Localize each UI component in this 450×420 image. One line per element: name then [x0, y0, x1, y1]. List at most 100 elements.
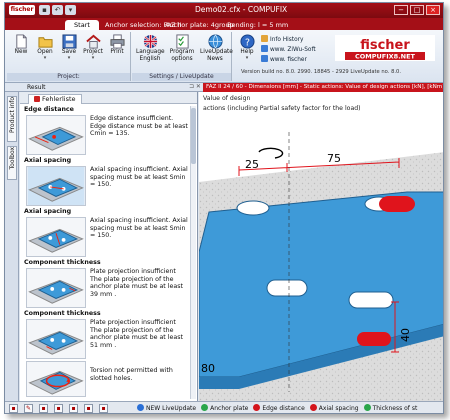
compufix-window: fischer ▪ ↶ ▾ Demo02.cfx - COMPUFIX − □ … — [4, 2, 444, 414]
edge-distance-thumbnail — [26, 115, 86, 155]
save-button[interactable]: Save ▾ — [57, 34, 81, 70]
status-icon-3[interactable]: ▪ — [39, 404, 48, 413]
dim-75: 75 — [327, 152, 341, 165]
status-new-liveupdate[interactable]: NEW LiveUpdate — [137, 404, 199, 413]
print-label: Print — [110, 49, 124, 55]
qat-undo-icon[interactable]: ↶ — [52, 5, 63, 15]
caption-line-2: actions (including Partial safety factor… — [203, 105, 361, 112]
view-caption: Value of design actions (including Parti… — [203, 94, 361, 114]
error-list: Edge distance Edge distance insufficient… — [24, 106, 188, 399]
plate-projection-thumbnail — [26, 268, 86, 308]
qat-dropdown-icon[interactable]: ▾ — [65, 5, 76, 15]
ziwu-soft-label: www. ZiWu-Soft — [270, 47, 316, 53]
liveupdate-label: LiveUpdate — [200, 49, 233, 55]
status-dot-icon — [201, 404, 209, 411]
error-category: Axial spacing — [24, 157, 72, 164]
open-dropdown-icon[interactable]: ▾ — [33, 56, 57, 61]
window-controls: − □ × — [394, 5, 440, 15]
help-dropdown-icon[interactable]: ▾ — [235, 56, 259, 61]
minimize-button[interactable]: − — [394, 5, 408, 15]
quick-access-toolbar: ▪ ↶ ▾ — [39, 5, 76, 15]
project-dropdown-icon[interactable]: ▾ — [81, 56, 105, 61]
torsion-arrow-icon — [258, 147, 284, 159]
error-message: Axial spacing insufficient. Axial spacin… — [90, 217, 188, 239]
scrollbar-thumb[interactable] — [191, 108, 196, 164]
new-button[interactable]: New — [9, 34, 33, 70]
status-edge-distance[interactable]: Edge distance — [253, 404, 307, 413]
status-icon-1[interactable]: ▪ — [9, 404, 18, 413]
new-file-icon — [15, 34, 27, 49]
ribbon: New Open ▾ Save ▾ Project ▾ Print Projec… — [5, 30, 443, 83]
language-button[interactable]: Language English — [136, 34, 165, 70]
error-message: Axial spacing insufficient. Axial spacin… — [90, 166, 188, 188]
fehlerliste-label: Fehlerliste — [42, 95, 76, 103]
tab-bending[interactable]: Bending: l = 5 mm — [227, 20, 288, 30]
maximize-button[interactable]: □ — [410, 5, 424, 15]
toolbox-label: Toolbox — [9, 147, 16, 170]
status-axial-spacing[interactable]: Axial spacing — [309, 404, 362, 413]
error-list-scrollbar[interactable] — [190, 106, 196, 399]
info-history-label: Info History — [270, 37, 304, 43]
project-button[interactable]: Project ▾ — [81, 34, 105, 70]
status-thickness[interactable]: Thickness of st — [363, 404, 421, 413]
error-message: Plate projection insufficient The plate … — [90, 319, 184, 349]
dim-25: 25 — [245, 158, 259, 171]
program-options-button[interactable]: Program options — [168, 34, 196, 70]
tab-toolbox[interactable]: Toolbox — [7, 146, 17, 180]
news-label: News — [207, 56, 223, 62]
status-dot-icon — [309, 404, 317, 411]
app-logo[interactable]: fischer — [9, 5, 35, 15]
liveupdate-button[interactable]: LiveUpdate News — [200, 34, 233, 70]
status-bar-icons: ▪ ✎ ▪ ▪ ▪ ▪ ▪ — [9, 404, 108, 413]
ziwu-soft-link[interactable]: www. ZiWu-Soft — [261, 45, 316, 54]
error-message: Torsion not permitted with slotted holes… — [90, 367, 173, 382]
print-button[interactable]: Print — [105, 34, 129, 70]
pin-icon[interactable]: ⊐ ✕ — [189, 83, 201, 90]
status-icon-2[interactable]: ✎ — [24, 404, 33, 413]
3d-view[interactable]: 25 75 40 80 Value of design actions (inc… — [199, 92, 444, 401]
status-bar: ▪ ✎ ▪ ▪ ▪ ▪ ▪ NEW LiveUpdate Anchor plat… — [5, 401, 443, 413]
fischer-link-label: www. fischer — [270, 57, 307, 63]
project-group-label: Project: — [7, 73, 130, 81]
status-label: Thickness of st — [372, 405, 418, 412]
error-category: Edge distance — [24, 106, 74, 113]
status-label: Edge distance — [262, 405, 305, 412]
status-label: Anchor plate — [210, 405, 249, 412]
anchor-plate-3d-render[interactable]: 25 75 40 80 — [199, 92, 444, 401]
window-title: Demo02.cfx - COMPUFIX — [195, 5, 288, 14]
new-label: New — [14, 49, 28, 55]
result-panel: Fehlerliste Edge distance Edge distance … — [20, 92, 198, 401]
fischer-compufix-logo: fischer COMPUFIX8.NET — [335, 35, 435, 61]
tab-fehlerliste[interactable]: Fehlerliste — [28, 94, 82, 104]
slotted-hole — [348, 291, 394, 309]
program-label: Program — [169, 49, 195, 55]
tab-product-info[interactable]: Product info — [7, 96, 17, 142]
error-category: Component thickness — [24, 259, 101, 266]
open-button[interactable]: Open ▾ — [33, 34, 57, 70]
status-icon-4[interactable]: ▪ — [54, 404, 63, 413]
status-label: Axial spacing — [318, 405, 359, 412]
tab-start[interactable]: Start — [65, 20, 99, 30]
language-value: English — [139, 56, 161, 62]
printer-icon — [109, 34, 125, 49]
globe-update-icon — [207, 34, 223, 49]
axial-spacing-thumbnail — [26, 166, 86, 206]
result-panel-title: Result — [27, 84, 46, 91]
qat-save-icon[interactable]: ▪ — [39, 5, 50, 15]
status-icon-5[interactable]: ▪ — [69, 404, 78, 413]
info-history-row[interactable]: Info History — [261, 35, 303, 44]
tab-anchor-plate[interactable]: Anchor plate: 4group — [165, 20, 234, 30]
status-icon-6[interactable]: ▪ — [84, 404, 93, 413]
anchor-hole — [236, 200, 270, 216]
status-anchor-plate[interactable]: Anchor plate — [201, 404, 251, 413]
close-button[interactable]: × — [426, 5, 440, 15]
help-button[interactable]: ? Help ▾ — [235, 34, 259, 70]
fischer-link[interactable]: www. fischer — [261, 55, 307, 64]
status-icon-7[interactable]: ▪ — [99, 404, 108, 413]
projection-warning-marker — [357, 332, 391, 346]
checklist-icon — [175, 34, 189, 49]
status-dot-icon — [253, 404, 261, 411]
status-dot-icon — [363, 404, 371, 411]
save-dropdown-icon[interactable]: ▾ — [57, 56, 81, 61]
error-message: Plate projection insufficient The plate … — [90, 268, 184, 298]
